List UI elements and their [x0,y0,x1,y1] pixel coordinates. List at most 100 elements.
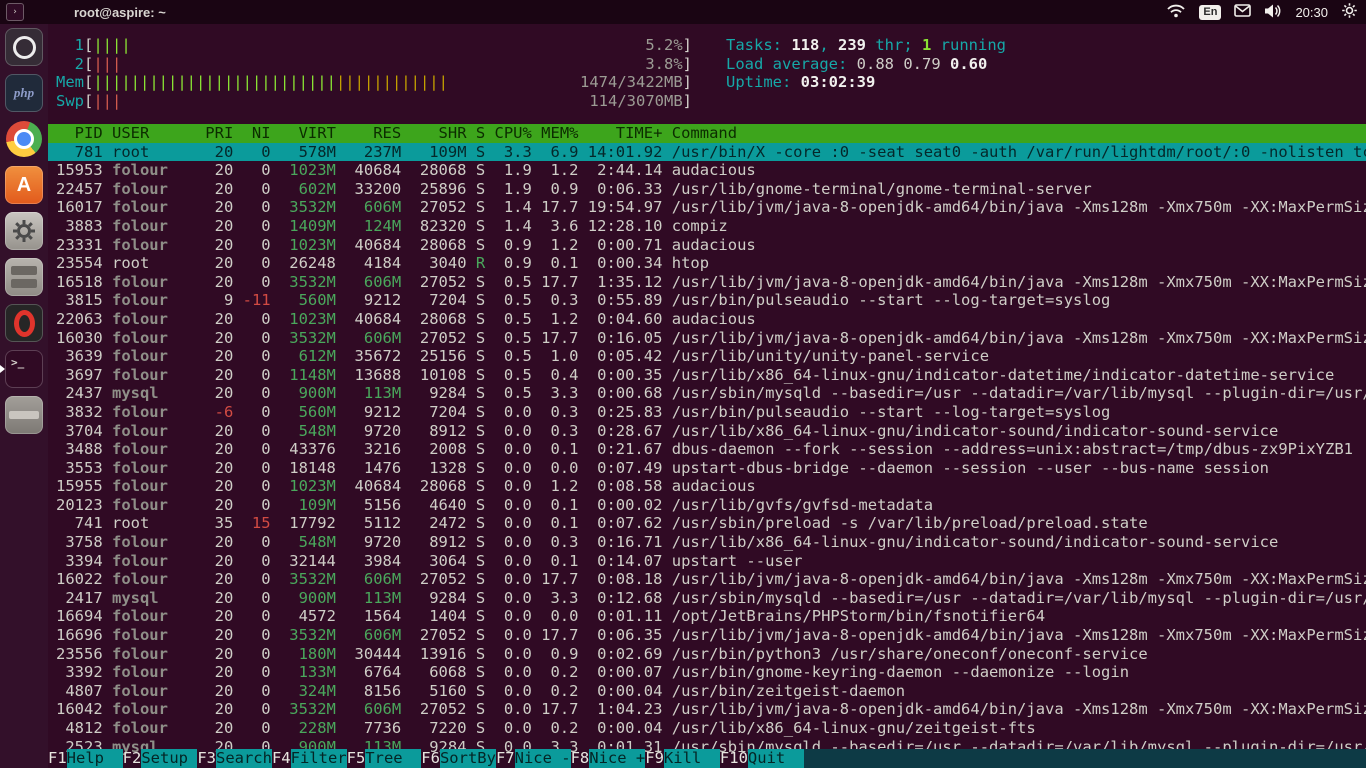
column-header-pid[interactable]: PID [56,124,103,143]
cell-user: folour [112,607,196,626]
column-header-pri[interactable]: PRI [205,124,233,143]
process-row[interactable]: 16030folour2003532M606M27052S0.517.70:16… [48,329,1366,348]
process-row[interactable]: 3704folour200548M97208912S0.00.30:28.67/… [48,422,1366,441]
column-header-cpu[interactable]: CPU% [495,124,532,143]
column-header-virt[interactable]: VIRT [280,124,336,143]
cell-cmd: /usr/lib/x86_64-linux-gnu/indicator-soun… [672,533,1366,552]
cell-res: 3984 [345,552,401,571]
process-row[interactable]: 16017folour2003532M606M27052S1.417.719:5… [48,198,1366,217]
process-row[interactable]: 3392folour200133M67646068S0.00.20:00.07/… [48,663,1366,682]
process-row[interactable]: 22457folour200602M3320025896S1.90.90:06.… [48,180,1366,199]
cell-pid: 16518 [56,273,103,292]
wifi-icon[interactable] [1166,3,1186,21]
process-row[interactable]: 3394folour2003214439843064S0.00.10:14.07… [48,552,1366,571]
column-header-user[interactable]: USER [112,124,196,143]
cell-cpu: 0.0 [495,440,532,459]
cell-virt: 1023M [280,477,336,496]
cell-cpu: 0.5 [495,310,532,329]
process-row[interactable]: 16518folour2003532M606M27052S0.517.71:35… [48,273,1366,292]
launcher-item-files[interactable] [0,254,48,300]
process-row[interactable]: 16022folour2003532M606M27052S0.017.70:08… [48,570,1366,589]
fkey-nice[interactable]: F7Nice - [496,749,571,768]
clock[interactable]: 20:30 [1295,5,1328,20]
process-row[interactable]: 4807folour200324M81565160S0.00.20:00.04/… [48,682,1366,701]
cell-shr: 4640 [411,496,467,515]
process-row[interactable]: 3883folour2001409M124M82320S1.43.612:28.… [48,217,1366,236]
cell-shr: 27052 [411,329,467,348]
fkey-tree[interactable]: F5Tree [347,749,422,768]
process-row[interactable]: 3697folour2001148M1368810108S0.50.40:00.… [48,366,1366,385]
mail-icon[interactable] [1234,4,1251,20]
process-row[interactable]: 781root200578M237M109MS3.36.914:01.92/us… [48,143,1366,162]
process-row[interactable]: 15953folour2001023M4068428068S1.91.22:44… [48,161,1366,180]
cell-time: 0:55.89 [588,291,663,310]
column-header-ni[interactable]: NI [243,124,271,143]
cell-pri: 20 [205,143,233,162]
focused-app-icon[interactable]: › [6,3,24,21]
process-row[interactable]: 20123folour200109M51564640S0.00.10:00.02… [48,496,1366,515]
cell-user: folour [112,682,196,701]
cell-mem: 0.4 [541,366,578,385]
terminal-window: 1[||||5.2%]2[|||3.8%]Mem[|||||||||||||||… [48,24,1366,768]
cell-virt: 900M [280,589,336,608]
launcher-item-settings[interactable] [0,208,48,254]
fkey-nice[interactable]: F8Nice + [571,749,646,768]
launcher-item-archive[interactable] [0,392,48,438]
fkey-sortby[interactable]: F6SortBy [421,749,496,768]
process-row[interactable]: 2417mysql200900M113M9284S0.03.30:12.68/u… [48,589,1366,608]
process-row[interactable]: 3639folour200612M3567225156S0.51.00:05.4… [48,347,1366,366]
keyboard-layout-indicator[interactable]: En [1199,5,1221,20]
cell-s: R [476,254,485,273]
process-row[interactable]: 3553folour2001814814761328S0.00.00:07.49… [48,459,1366,478]
cell-cpu: 1.9 [495,161,532,180]
process-row[interactable]: 4812folour200228M77367220S0.00.20:00.04/… [48,719,1366,738]
launcher-item-chromium[interactable] [0,116,48,162]
cell-pid: 3815 [56,291,103,310]
cell-s: S [476,347,485,366]
process-row[interactable]: 16042folour2003532M606M27052S0.017.71:04… [48,700,1366,719]
process-row[interactable]: 16694folour200457215641404S0.00.00:01.11… [48,607,1366,626]
launcher-item-software-center[interactable]: A [0,162,48,208]
cell-virt: 18148 [280,459,336,478]
process-row[interactable]: 15955folour2001023M4068428068S0.01.20:08… [48,477,1366,496]
cell-res: 113M [345,384,401,403]
cell-shr: 8912 [411,422,467,441]
cell-s: S [476,663,485,682]
fkey-help[interactable]: F1Help [48,749,123,768]
sound-icon[interactable] [1264,4,1282,21]
process-row[interactable]: 16696folour2003532M606M27052S0.017.70:06… [48,626,1366,645]
session-gear-icon[interactable] [1341,2,1358,22]
fkey-filter[interactable]: F4Filter [272,749,347,768]
cell-cpu: 0.0 [495,589,532,608]
launcher-item-dash-home[interactable] [0,24,48,70]
process-row[interactable]: 741root35151779251122472S0.00.10:07.62/u… [48,514,1366,533]
process-row[interactable]: 3815folour9-11560M92127204S0.50.30:55.89… [48,291,1366,310]
process-row[interactable]: 3758folour200548M97208912S0.00.30:16.71/… [48,533,1366,552]
process-row[interactable]: 23331folour2001023M4068428068S0.91.20:00… [48,236,1366,255]
column-header-mem[interactable]: MEM% [541,124,578,143]
cell-user: folour [112,496,196,515]
column-header-time[interactable]: TIME+ [588,124,663,143]
launcher-item-opera[interactable] [0,300,48,346]
fkey-search[interactable]: F3Search [197,749,272,768]
process-row[interactable]: 22063folour2001023M4068428068S0.51.20:04… [48,310,1366,329]
function-key-bar: F1HelpF2SetupF3SearchF4FilterF5TreeF6Sor… [48,749,1366,768]
launcher-item-terminal[interactable]: >_ [0,346,48,392]
column-header-s[interactable]: S [476,124,485,143]
archive-box-icon [5,396,43,434]
cell-shr: 25156 [411,347,467,366]
column-header-shr[interactable]: SHR [411,124,467,143]
process-row[interactable]: 3488folour2004337632162008S0.00.10:21.67… [48,440,1366,459]
column-header-res[interactable]: RES [345,124,401,143]
process-row[interactable]: 23556folour200180M3044413916S0.00.90:02.… [48,645,1366,664]
process-row[interactable]: 23554root2002624841843040R0.90.10:00.34h… [48,254,1366,273]
process-row[interactable]: 2437mysql200900M113M9284S0.53.30:00.68/u… [48,384,1366,403]
fkey-kill[interactable]: F9Kill [645,749,720,768]
cell-mem: 1.2 [541,310,578,329]
process-row[interactable]: 3832folour-60560M92127204S0.00.30:25.83/… [48,403,1366,422]
fkey-quit[interactable]: F10Quit [720,749,804,768]
launcher-item-php[interactable]: php [0,70,48,116]
fkey-setup[interactable]: F2Setup [123,749,198,768]
column-header-command[interactable]: Command [672,124,1366,143]
cell-time: 0:25.83 [588,403,663,422]
